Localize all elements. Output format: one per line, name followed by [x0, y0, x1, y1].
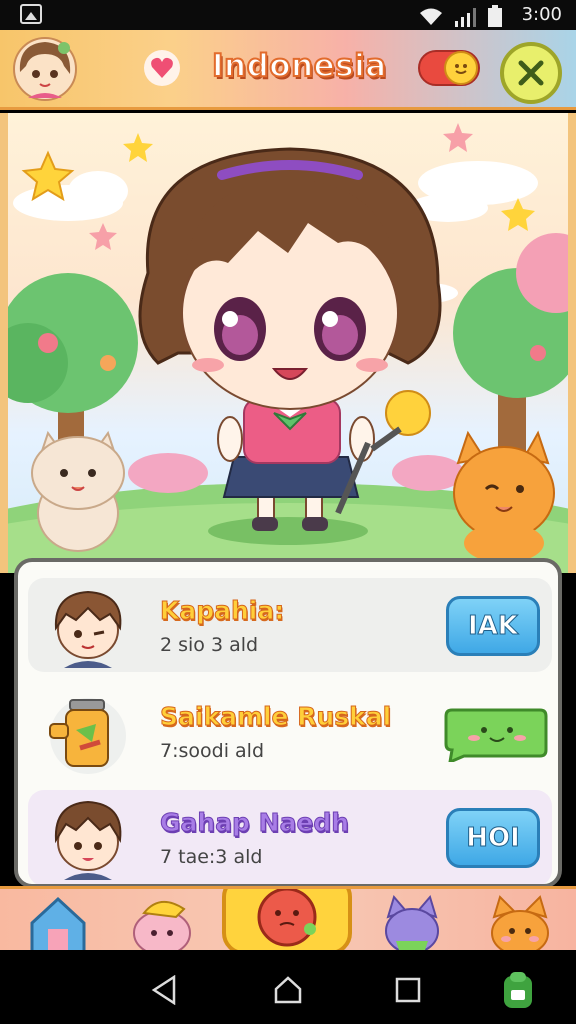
mode-toggle[interactable] — [418, 50, 480, 86]
item-subtitle: 7:soodi ald — [160, 740, 264, 762]
boy-avatar-icon — [54, 800, 122, 880]
orange-cat-icon — [453, 430, 555, 563]
item-name: Saikamle Ruskal — [159, 702, 392, 732]
house-icon[interactable] — [26, 893, 90, 950]
heart-icon — [151, 57, 173, 78]
assistant-button[interactable] — [498, 970, 538, 1010]
page-title: Indonesia — [211, 47, 387, 85]
android-icon — [504, 972, 532, 1008]
juice-jar-icon — [49, 698, 126, 774]
item-name: Gahap Naedh — [159, 808, 350, 838]
item-action-button[interactable]: HOI — [446, 808, 540, 868]
list-item[interactable]: Kapahia: 2 sio 3 ald IAK — [28, 578, 552, 672]
close-button[interactable] — [500, 42, 562, 104]
tree-left-icon — [8, 273, 138, 463]
cat-orange-icon[interactable] — [488, 893, 552, 950]
camera-center-button[interactable] — [222, 889, 352, 950]
list-item[interactable]: Gahap Naedh 7 tae:3 ald HOI — [28, 790, 552, 884]
back-button[interactable] — [144, 970, 184, 1010]
character-scene — [0, 113, 576, 573]
item-action-button[interactable]: IAK — [446, 596, 540, 656]
status-bar: 3:00 — [0, 0, 576, 30]
system-nav-bar — [0, 950, 576, 1024]
clock: 3:00 — [521, 4, 562, 25]
bottom-dock — [0, 886, 576, 950]
image-notification-icon — [20, 4, 42, 24]
boy-avatar-icon — [54, 590, 122, 668]
avatar-girl-icon[interactable] — [12, 36, 78, 102]
home-icon — [274, 976, 302, 1004]
wifi-icon — [420, 8, 442, 25]
back-triangle-icon — [151, 975, 176, 1005]
header-bar: Indonesia — [0, 30, 576, 110]
white-cat-icon — [31, 430, 125, 552]
signal-icon — [455, 8, 476, 27]
list-item[interactable]: Saikamle Ruskal 7:soodi ald — [28, 684, 552, 778]
item-subtitle: 2 sio 3 ald — [160, 634, 259, 656]
tomato-camera-icon — [257, 889, 317, 947]
battery-icon — [488, 5, 502, 27]
recents-button[interactable] — [388, 970, 428, 1010]
recents-square-icon — [395, 977, 421, 1003]
pig-icon[interactable] — [130, 893, 194, 950]
item-subtitle: 7 tae:3 ald — [160, 846, 263, 868]
green-cat-button-icon[interactable] — [444, 704, 548, 762]
home-button[interactable] — [268, 970, 308, 1010]
cat-purple-icon[interactable] — [380, 893, 444, 950]
toggle-sun-icon — [444, 51, 478, 85]
item-name: Kapahia: — [159, 596, 285, 626]
heart-button[interactable] — [144, 50, 180, 86]
close-icon — [518, 60, 544, 86]
unit-list-panel[interactable]: Kapahia: 2 sio 3 ald IAK Saikamle Ruskal… — [14, 558, 562, 888]
